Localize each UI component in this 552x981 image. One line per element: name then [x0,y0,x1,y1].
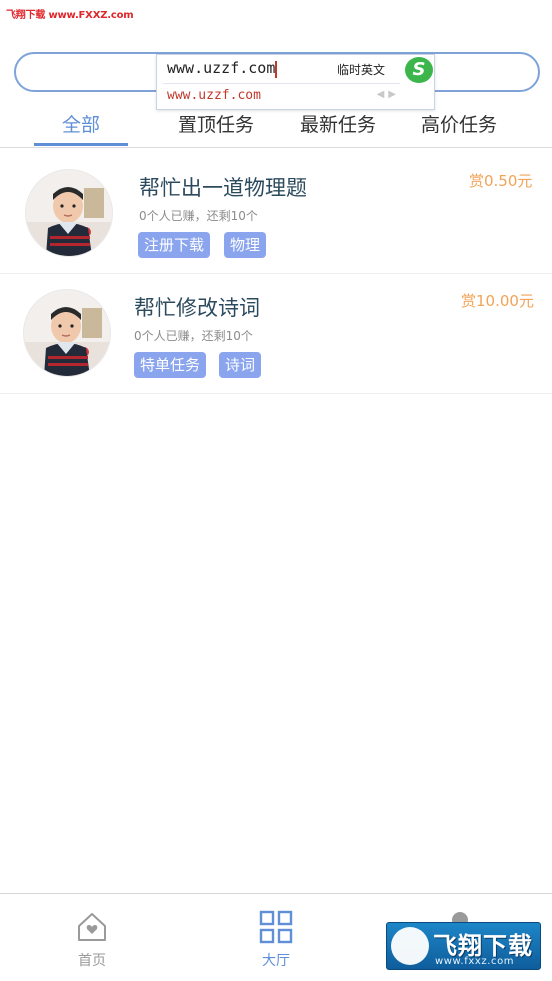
task-tabs: 全部 置顶任务 最新任务 高价任务 [0,104,552,148]
tab-high-price[interactable]: 高价任务 [409,104,509,148]
nav-home[interactable]: 首页 [42,894,142,981]
home-heart-icon [78,913,106,941]
task-title: 帮忙修改诗词 [134,296,260,320]
ime-page-arrows-icon[interactable]: ◀▶ [377,89,400,100]
tab-pinned[interactable]: 置顶任务 [166,104,266,148]
task-progress: 0个人已赚，还剩10个 [134,329,253,343]
watermark-url: www.fxxz.com [435,956,515,967]
task-tag: 注册下载 [138,232,211,258]
ime-composition-text: www.uzzf.com [167,59,276,77]
ime-divider [163,83,400,84]
task-tag: 物理 [224,232,267,258]
watermark-top: 飞翔下载 www.FXXZ.com [6,10,134,21]
ime-candidate-popup: www.uzzf.com 临时英文 S www.uzzf.com ◀▶ [156,54,435,110]
tab-latest[interactable]: 最新任务 [288,104,388,148]
watermark-logo-icon [391,927,429,965]
task-reward: 赏10.00元 [461,292,534,310]
task-reward: 赏0.50元 [469,172,533,190]
sogou-logo-icon[interactable]: S [405,57,433,83]
task-progress: 0个人已赚，还剩10个 [139,209,258,223]
task-title: 帮忙出一道物理题 [139,176,307,200]
child-photo-icon [26,170,112,256]
task-tag: 特单任务 [134,352,207,378]
tab-all[interactable]: 全部 [34,104,128,148]
avatar [24,290,110,376]
grid-icon [259,910,293,944]
nav-hall-label: 大厅 [262,953,290,969]
ime-mode-label[interactable]: 临时英文 [337,61,385,78]
watermark-logo: 飞翔下载 www.fxxz.com [386,922,541,970]
avatar [26,170,112,256]
task-tag: 诗词 [219,352,262,378]
task-item[interactable]: 帮忙修改诗词 0个人已赚，还剩10个 特单任务 诗词 赏10.00元 [0,274,552,394]
task-item[interactable]: 帮忙出一道物理题 0个人已赚，还剩10个 注册下载 物理 赏0.50元 [0,154,552,274]
ime-candidate-item[interactable]: www.uzzf.com [167,88,261,103]
text-caret [275,61,277,78]
child-photo-icon [24,290,110,376]
nav-hall[interactable]: 大厅 [226,894,326,981]
nav-home-label: 首页 [78,953,106,969]
active-tab-indicator [34,143,128,146]
